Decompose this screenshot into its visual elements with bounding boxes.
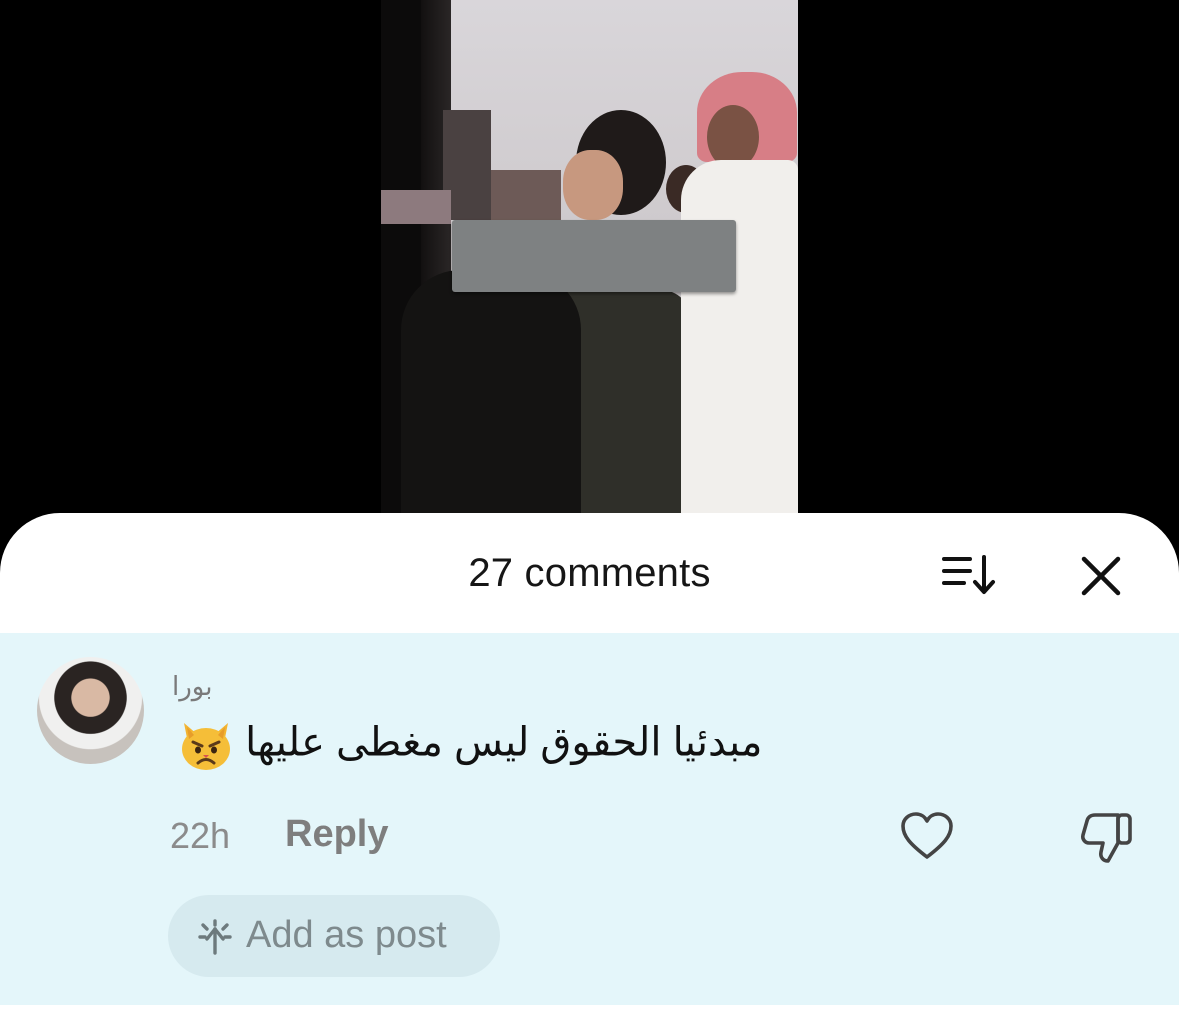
avatar[interactable] <box>37 657 144 764</box>
person-face <box>563 150 623 220</box>
thumbs-down-icon[interactable] <box>1080 809 1134 865</box>
add-as-post-button[interactable]: Add as post <box>168 895 500 977</box>
video-frame[interactable] <box>381 0 798 520</box>
comments-sheet: 27 comments بورا مبدئيا الحقوق ليس مغطى … <box>0 513 1179 1019</box>
redaction-box <box>452 220 736 292</box>
pixelated-blur <box>491 170 561 220</box>
comments-count-title: 27 comments <box>468 551 711 595</box>
pouting-cat-emoji-icon <box>182 723 230 770</box>
comment-body: مبدئيا الحقوق ليس مغطى عليها <box>172 717 762 773</box>
close-icon[interactable] <box>1078 553 1124 599</box>
comment-item[interactable]: بورا مبدئيا الحقوق ليس مغطى عليها 22h Re… <box>0 633 1179 1005</box>
sort-descending-icon[interactable] <box>940 553 996 597</box>
reply-button[interactable]: Reply <box>285 813 388 856</box>
foreground-figure <box>401 270 581 520</box>
heart-icon[interactable] <box>900 811 954 861</box>
comment-username[interactable]: بورا <box>172 671 212 702</box>
sheet-header: 27 comments <box>0 513 1179 633</box>
comment-text: مبدئيا الحقوق ليس مغطى عليها <box>245 720 763 765</box>
comment-timestamp: 22h <box>170 815 231 856</box>
pixelated-blur <box>381 190 451 224</box>
video-player[interactable] <box>0 0 1179 520</box>
add-as-post-label: Add as post <box>246 914 447 956</box>
sparkle-icon <box>198 919 232 955</box>
screen: 27 comments بورا مبدئيا الحقوق ليس مغطى … <box>0 0 1179 1019</box>
thobe <box>681 160 798 520</box>
